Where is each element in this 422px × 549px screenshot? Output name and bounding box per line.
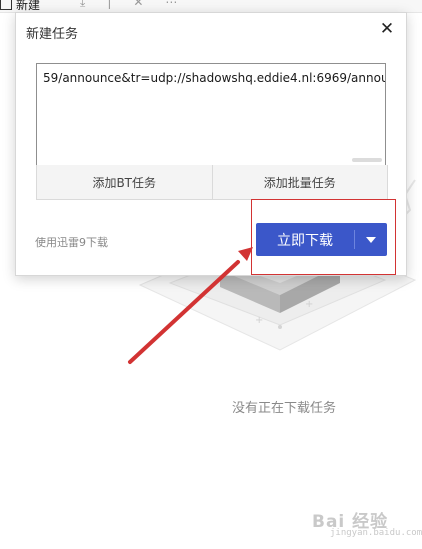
new-icon xyxy=(0,0,12,10)
horizontal-scrollbar[interactable] xyxy=(352,158,382,162)
toolbar-icons: ⤓ | ✕ ⋯ xyxy=(80,0,177,10)
add-batch-task-button[interactable]: 添加批量任务 xyxy=(211,165,388,199)
new-task-dialog: 新建任务 ✕ 59/announce&tr=udp://shadowshq.ed… xyxy=(15,12,407,276)
url-text: 59/announce&tr=udp://shadowshq.eddie4.nl… xyxy=(43,71,386,85)
close-button[interactable]: ✕ xyxy=(377,18,397,40)
new-task-button[interactable]: 新建 xyxy=(0,0,40,12)
add-bt-task-button[interactable]: 添加BT任务 xyxy=(37,165,212,199)
download-now-button-group: 立即下载 xyxy=(256,223,387,256)
close-icon: ✕ xyxy=(379,19,395,39)
dialog-title: 新建任务 xyxy=(26,27,79,42)
new-task-label: 新建 xyxy=(16,0,41,12)
divider-icon: | xyxy=(107,0,112,9)
task-type-buttons: 添加BT任务 添加批量任务 xyxy=(36,165,388,200)
download-icon[interactable]: ⤓ xyxy=(80,0,85,10)
url-textarea[interactable]: 59/announce&tr=udp://shadowshq.eddie4.nl… xyxy=(36,63,386,167)
delete-icon[interactable]: ✕ xyxy=(133,0,143,10)
svg-text:+: + xyxy=(255,315,263,326)
download-now-button[interactable]: 立即下载 xyxy=(256,223,354,256)
more-icon[interactable]: ⋯ xyxy=(165,0,177,10)
svg-text:+: + xyxy=(305,299,313,310)
use-xunlei9-link[interactable]: 使用迅雷9下载 xyxy=(35,234,108,250)
download-options-dropdown[interactable] xyxy=(355,223,387,256)
watermark-domain: jingyan.baidu.com xyxy=(330,528,422,538)
chevron-down-icon xyxy=(366,236,376,243)
empty-state-text: 没有正在下载任务 xyxy=(232,401,337,416)
